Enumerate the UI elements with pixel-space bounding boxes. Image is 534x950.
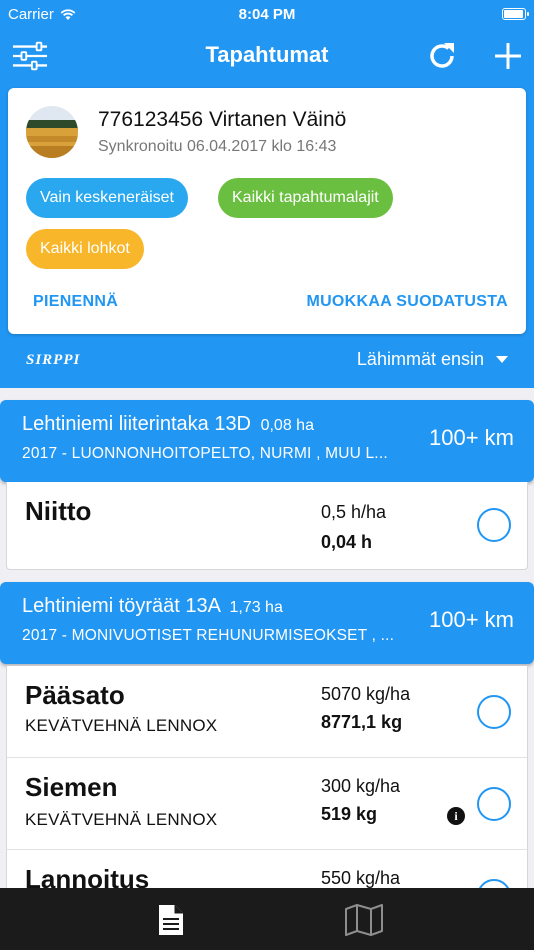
map-icon (345, 904, 383, 936)
task-name: Lannoitus (25, 864, 150, 890)
parcel-distance: 100+ km (429, 607, 514, 632)
task-rate: 0,5 h/ha (321, 502, 387, 522)
task-amount: 0,04 h (321, 532, 373, 552)
parcel-name: Lehtiniemi liiterintaka 13D (22, 413, 252, 435)
task-crop: KEVÄTVEHNÄ LENNOX (25, 810, 218, 829)
parcel-header[interactable]: Lehtiniemi töyräät 13A 1,73 ha 2017 - MO… (0, 582, 534, 664)
tab-map[interactable] (344, 900, 384, 940)
task-complete-toggle[interactable] (477, 695, 511, 729)
sort-label: Lähimmät ensin (356, 349, 484, 369)
task-complete-toggle[interactable] (477, 787, 511, 821)
refresh-icon[interactable] (424, 38, 460, 74)
parcel-crop: 2017 - LUONNONHOITOPELTO, NURMI , MUU L.… (22, 445, 388, 462)
task-crop: KEVÄTVEHNÄ LENNOX (25, 716, 218, 735)
task-name: Siemen (25, 772, 118, 802)
parcel-area: 0,08 ha (260, 417, 314, 434)
add-icon[interactable] (490, 38, 526, 74)
task-rate: 550 kg/ha (321, 868, 401, 888)
status-bar: Carrier 8:04 PM (0, 0, 534, 30)
task-rate: 300 kg/ha (321, 776, 401, 796)
farmer-name: 776123456 Virtanen Väinö (98, 108, 347, 131)
task-name: Pääsato (25, 680, 125, 710)
task-amount: 8771,1 kg (321, 712, 403, 732)
filter-chip-parcels[interactable]: Kaikki lohkot (26, 229, 144, 269)
navigation-bar: Tapahtumat (0, 30, 534, 82)
chevron-down-icon (496, 356, 508, 363)
parcel-title-line: Lehtiniemi liiterintaka 13D 0,08 ha (22, 413, 314, 436)
filter-chip-event-types[interactable]: Kaikki tapahtumalajit (218, 178, 393, 218)
info-icon[interactable]: i (447, 807, 465, 825)
sort-dropdown[interactable]: Lähimmät ensin (357, 349, 508, 370)
parcel-crop: 2017 - MONIVUOTISET REHUNURMISEOKSET , .… (22, 627, 395, 644)
task-row[interactable]: Lannoitus 550 kg/ha (6, 850, 528, 890)
tab-bar (0, 888, 534, 950)
parcel-distance: 100+ km (429, 425, 514, 450)
parcel-title-line: Lehtiniemi töyräät 13A 1,73 ha (22, 595, 283, 618)
parcel-header[interactable]: Lehtiniemi liiterintaka 13D 0,08 ha 2017… (0, 400, 534, 482)
task-name: Niitto (25, 496, 92, 526)
edit-filter-button[interactable]: MUOKKAA SUODATUSTA (306, 293, 508, 311)
tab-events[interactable] (151, 900, 191, 940)
task-row[interactable]: Siemen KEVÄTVEHNÄ LENNOX 300 kg/ha 519 k… (6, 758, 528, 850)
sync-status: Synkronoitu 06.04.2017 klo 16:43 (98, 138, 337, 155)
battery-icon (502, 8, 529, 20)
filter-card: 776123456 Virtanen Väinö Synkronoitu 06.… (8, 88, 526, 334)
filter-chip-incomplete[interactable]: Vain keskeneräiset (26, 178, 188, 218)
parcel-area: 1,73 ha (229, 599, 283, 616)
minimize-button[interactable]: PIENENNÄ (33, 293, 118, 311)
task-row[interactable]: Niitto 0,5 h/ha 0,04 h (6, 482, 528, 570)
task-amount: 519 kg (321, 804, 378, 824)
clock: 8:04 PM (238, 6, 296, 23)
task-row[interactable]: Pääsato KEVÄTVEHNÄ LENNOX 5070 kg/ha 877… (6, 666, 528, 758)
avatar (26, 106, 78, 158)
brand-logo: SIRPPI (26, 352, 81, 368)
document-icon (159, 905, 183, 935)
task-rate: 5070 kg/ha (321, 684, 411, 704)
parcel-name: Lehtiniemi töyräät 13A (22, 595, 220, 617)
task-complete-toggle[interactable] (477, 508, 511, 542)
